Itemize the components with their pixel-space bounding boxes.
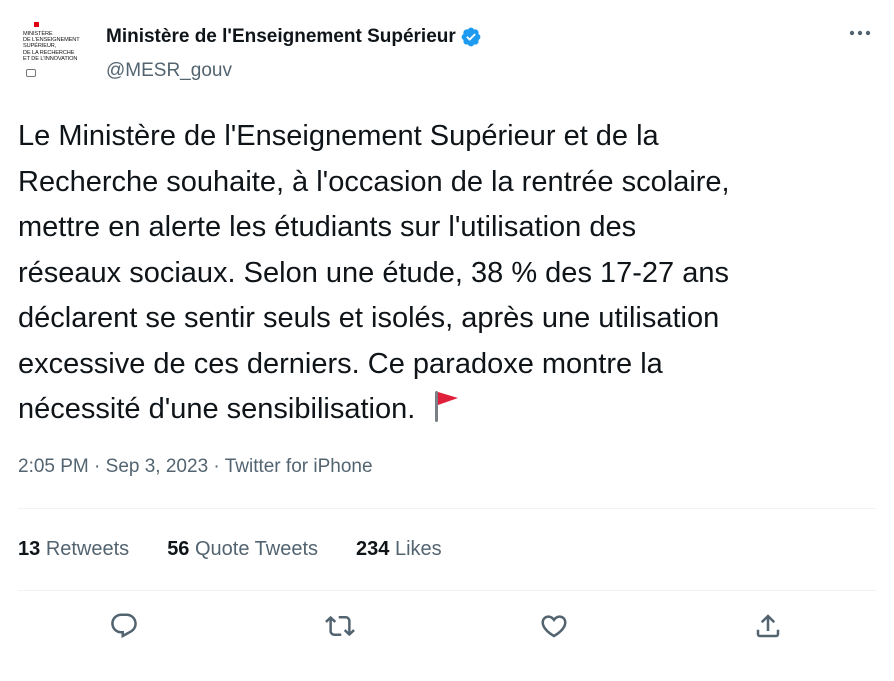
engagement-stats: 13 Retweets 56 Quote Tweets 234 Likes	[18, 538, 480, 561]
retweets-count: 13	[18, 538, 41, 560]
retweet-icon	[325, 615, 355, 637]
marianne-seal-icon	[26, 69, 36, 77]
share-icon	[756, 614, 780, 638]
tweet-line: Recherche souhaite, à l'occasion de la r…	[18, 165, 730, 198]
reply-icon	[111, 613, 137, 639]
retweet-button[interactable]	[322, 608, 358, 644]
more-options-icon[interactable]	[846, 22, 874, 44]
red-flag-emoji-icon	[435, 391, 459, 423]
user-handle[interactable]: @MESR_gouv	[106, 60, 232, 82]
tweet-line: réseaux sociaux. Selon une étude, 38 % d…	[18, 256, 729, 289]
reply-button[interactable]	[106, 608, 142, 644]
retweets-stat[interactable]: 13 Retweets	[18, 538, 129, 561]
quotes-label: Quote Tweets	[195, 538, 319, 560]
tweet-date-link[interactable]: Sep 3, 2023	[106, 456, 208, 477]
like-button[interactable]	[536, 608, 572, 644]
tweet-metadata: 2:05 PM · Sep 3, 2023 · Twitter for iPho…	[18, 456, 373, 478]
display-name[interactable]: Ministère de l'Enseignement Supérieur	[106, 26, 456, 48]
avatar-logo-text: MINISTÈRE DE L'ENSEIGNEMENT SUPÉRIEUR, D…	[23, 31, 80, 62]
meta-separator: ·	[94, 456, 101, 477]
likes-count: 234	[356, 538, 390, 560]
tweet-line: excessive de ces derniers. Ce paradoxe m…	[18, 347, 663, 380]
avatar[interactable]: MINISTÈRE DE L'ENSEIGNEMENT SUPÉRIEUR, D…	[18, 20, 86, 88]
verified-badge-icon	[461, 27, 481, 47]
tweet-line: Le Ministère de l'Enseignement Supérieur…	[18, 120, 659, 152]
retweets-label: Retweets	[45, 538, 130, 560]
tweet-line: déclarent se sentir seuls et isolés, apr…	[18, 302, 720, 334]
french-flag-icon	[25, 22, 40, 27]
likes-stat[interactable]: 234 Likes	[356, 538, 442, 561]
like-icon	[541, 615, 567, 638]
divider	[18, 508, 876, 509]
meta-separator: ·	[213, 456, 220, 477]
tweet-text: Le Ministère de l'Enseignement Supérieur…	[18, 114, 878, 433]
tweet-last-line: nécessité d'une sensibilisation.	[18, 387, 878, 433]
share-button[interactable]	[750, 608, 786, 644]
author-name-row[interactable]: Ministère de l'Enseignement Supérieur	[106, 26, 482, 48]
quote-tweets-stat[interactable]: 56 Quote Tweets	[167, 538, 318, 561]
likes-label: Likes	[394, 538, 442, 560]
tweet-source-link[interactable]: Twitter for iPhone	[225, 456, 373, 477]
tweet-time-link[interactable]: 2:05 PM	[18, 456, 89, 477]
quotes-count: 56	[167, 538, 190, 560]
divider	[18, 590, 876, 591]
tweet-line: mettre en alerte les étudiants sur l'uti…	[18, 211, 637, 243]
